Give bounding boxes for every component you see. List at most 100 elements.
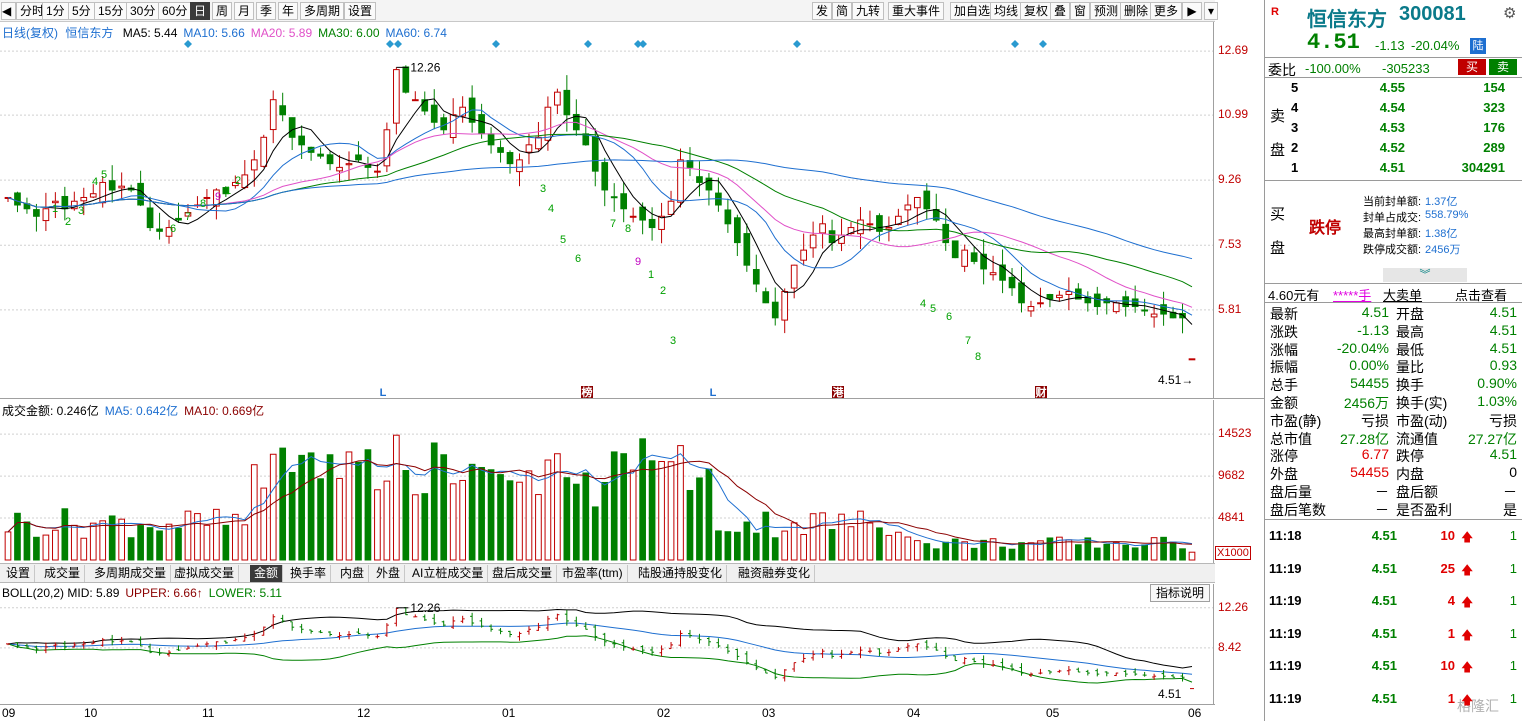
tick-count: 1 — [1509, 528, 1517, 543]
next-icon[interactable]: ▶ — [1182, 2, 1202, 20]
volume-bar — [336, 477, 343, 561]
boll-bar — [811, 650, 816, 661]
indicator-tab-3[interactable]: 虚拟成交量 — [170, 565, 240, 582]
candle — [1037, 287, 1044, 308]
x-tick: 11 — [202, 706, 215, 720]
boll-bar — [403, 607, 408, 616]
period-tab-4[interactable]: 30分 — [126, 2, 160, 20]
tool-button-11[interactable]: 更多 — [1150, 2, 1183, 20]
rzrq-badge: R — [1271, 6, 1279, 18]
boll-bar — [119, 636, 124, 645]
tool-button-7[interactable]: 叠 — [1050, 2, 1071, 20]
indicator-tab-8[interactable]: AI立桩成交量 — [408, 565, 489, 582]
boll-bar — [1047, 670, 1052, 675]
event-badge-text: 港 — [833, 385, 845, 398]
boll-bar — [346, 631, 351, 640]
candle — [572, 99, 580, 136]
boll-bar — [394, 607, 399, 627]
event-marker-icon[interactable] — [584, 40, 592, 48]
boll-bar — [460, 615, 465, 624]
period-tab-8[interactable]: 月 — [234, 2, 255, 20]
boll-bar — [583, 622, 588, 630]
tool-button-2[interactable]: 九转 — [852, 2, 885, 20]
scroll-left-icon[interactable]: ◀ — [1, 2, 16, 20]
indicator-tab-12[interactable]: 融资融券变化 — [734, 565, 816, 582]
sell-button[interactable]: 卖 — [1489, 59, 1517, 75]
indicator-tab-10[interactable]: 市盈率(ttm) — [558, 565, 628, 582]
period-tab-10[interactable]: 年 — [278, 2, 299, 20]
indicator-tab-11[interactable]: 陆股通持股变化 — [634, 565, 728, 582]
candle — [610, 183, 618, 212]
tool-button-10[interactable]: 删除 — [1120, 2, 1153, 20]
event-marker-icon[interactable] — [639, 40, 647, 48]
tick-volume: 25 — [1440, 560, 1455, 576]
tick-price: 4.51 — [1371, 560, 1397, 576]
y-tick: 5.81 — [1218, 301, 1242, 316]
boll-bar — [545, 615, 550, 631]
event-marker-icon[interactable] — [492, 40, 500, 48]
indicator-tab-7[interactable]: 外盘 — [372, 565, 406, 582]
nine-turn-label: 7 — [185, 211, 191, 223]
candle — [752, 254, 760, 293]
tool-button-9[interactable]: 预测 — [1090, 2, 1123, 20]
indicator-tab-2[interactable]: 多周期成交量 — [90, 565, 172, 582]
boll-bar — [318, 630, 323, 634]
ask-volume: 323 — [1483, 100, 1505, 115]
up-arrow-icon: 🡅 — [1461, 692, 1474, 707]
tool-button-6[interactable]: 复权 — [1020, 2, 1053, 20]
stat-value: 4.51 — [1489, 304, 1517, 320]
tool-button-0[interactable]: 发 — [812, 2, 833, 20]
tool-button-8[interactable]: 窗 — [1070, 2, 1091, 20]
event-marker-icon[interactable] — [394, 40, 402, 48]
period-tab-2[interactable]: 5分 — [68, 2, 95, 20]
period-tab-3[interactable]: 15分 — [94, 2, 128, 20]
indicator-tab-4[interactable]: 金额 — [250, 565, 284, 582]
buy-button[interactable]: 买 — [1458, 59, 1486, 75]
indicator-tab-6[interactable]: 内盘 — [336, 565, 370, 582]
period-tab-12[interactable]: 设置 — [344, 2, 377, 20]
gear-icon[interactable]: ⚙ — [1503, 4, 1516, 22]
nine-turn-label: 2 — [235, 175, 241, 187]
event-marker-icon[interactable] — [386, 40, 394, 48]
volume-bar — [516, 481, 523, 561]
volume-bar — [781, 530, 789, 561]
event-marker-icon[interactable] — [1011, 40, 1019, 48]
period-tab-9[interactable]: 季 — [256, 2, 277, 20]
candle — [705, 173, 713, 206]
candle — [781, 288, 789, 334]
amount-chart[interactable] — [0, 400, 1215, 563]
tick-volume: 10 — [1440, 658, 1455, 673]
period-tab-7[interactable]: 周 — [212, 2, 233, 20]
period-tab-5[interactable]: 60分 — [158, 2, 192, 20]
ask-level: 3 — [1291, 120, 1299, 135]
tool-button-4[interactable]: 加自选 — [950, 2, 995, 20]
boll-chart[interactable]: 12.26 4.51 — [0, 584, 1215, 704]
stock-name: 恒信东方 — [1307, 9, 1387, 31]
candle — [118, 172, 126, 199]
tick-volume: 10 — [1440, 528, 1455, 543]
boll-bar — [962, 656, 967, 665]
boll-bar — [1180, 673, 1185, 682]
tool-button-5[interactable]: 均线 — [990, 2, 1023, 20]
indicator-tab-1[interactable]: 成交量 — [40, 565, 86, 582]
event-marker-icon[interactable] — [793, 40, 801, 48]
tool-button-3[interactable]: 重大事件 — [888, 2, 945, 20]
indicator-tab-0[interactable]: 设置 — [2, 565, 36, 582]
indicator-tab-5[interactable]: 换手率 — [286, 565, 332, 582]
chevron-down-icon[interactable]: ︾ — [1383, 268, 1467, 282]
indicator-tab-9[interactable]: 盘后成交量 — [488, 565, 558, 582]
tool-button-1[interactable]: 简 — [832, 2, 853, 20]
event-marker-icon[interactable] — [184, 40, 192, 48]
period-tab-11[interactable]: 多周期 — [300, 2, 345, 20]
volume-bar — [658, 461, 665, 561]
event-marker-icon[interactable] — [1039, 40, 1047, 48]
period-tab-6[interactable]: 日 — [190, 2, 211, 20]
nine-turn-label: 6 — [946, 311, 952, 323]
dropdown-icon[interactable]: ▾ — [1204, 2, 1218, 20]
volume-bar — [923, 543, 931, 561]
candlestick-chart[interactable]: 12.264.51→L 榜 L 港财123456789 1234567 891234 567… — [0, 22, 1215, 398]
period-tab-1[interactable]: 1分 — [42, 2, 69, 20]
volume-bar — [999, 546, 1006, 561]
boll-bar — [451, 616, 456, 629]
pane-divider[interactable] — [0, 398, 1264, 399]
